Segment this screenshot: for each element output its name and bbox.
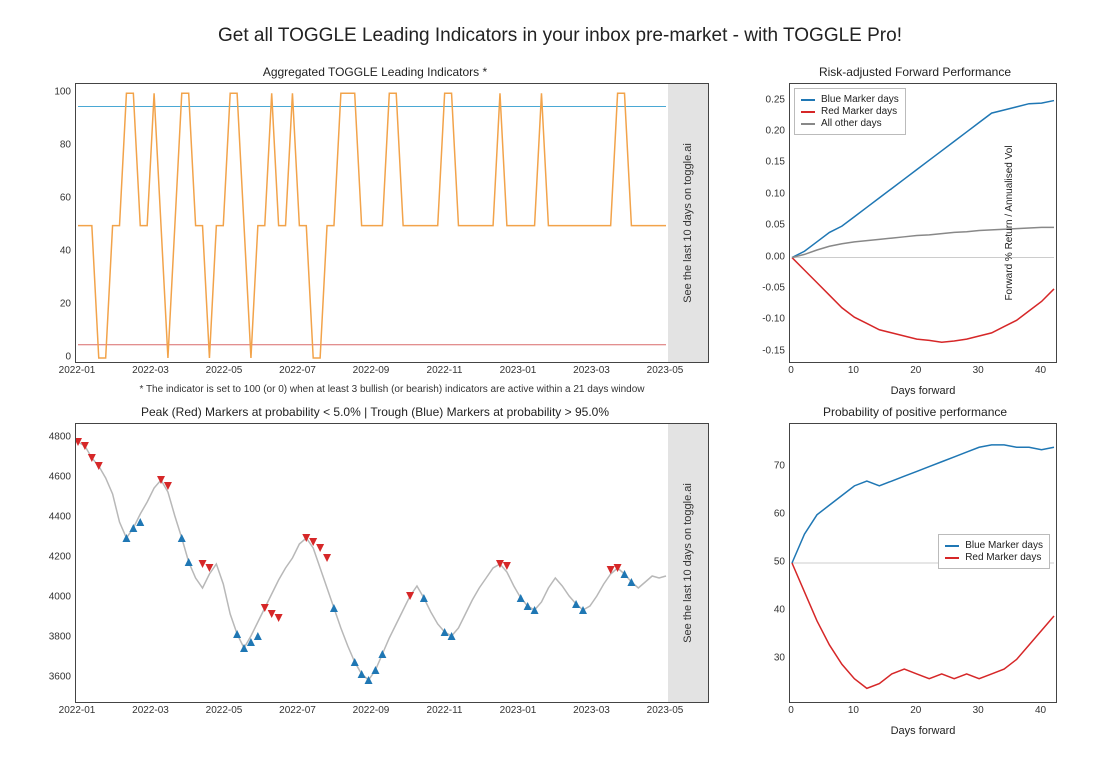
legend-risk: Blue Marker days Red Marker days All oth… bbox=[794, 88, 906, 135]
grey-band-text-2: See the last 10 days on toggle.ai bbox=[682, 483, 694, 643]
legend-prob: Blue Marker days Red Marker days bbox=[938, 534, 1050, 569]
legend-blue: Blue Marker days bbox=[821, 94, 899, 105]
legend-blue-2: Blue Marker days bbox=[965, 540, 1043, 551]
grey-band-1[interactable]: See the last 10 days on toggle.ai bbox=[668, 84, 708, 362]
legend-red-2: Red Marker days bbox=[965, 552, 1041, 563]
page-title: Get all TOGGLE Leading Indicators in you… bbox=[20, 25, 1100, 47]
grey-band-text: See the last 10 days on toggle.ai bbox=[682, 143, 694, 303]
y-ticks-markers: 3600380040004200440046004800 bbox=[37, 423, 71, 703]
panel-aggregated: Aggregated TOGGLE Leading Indicators * S… bbox=[35, 65, 715, 385]
plot-markers bbox=[76, 424, 708, 702]
chart-title-aggregated: Aggregated TOGGLE Leading Indicators * bbox=[35, 65, 715, 79]
chart-grid: Aggregated TOGGLE Leading Indicators * S… bbox=[20, 65, 1100, 725]
x-ticks-markers: 2022-012022-032022-052022-072022-092022-… bbox=[75, 705, 709, 721]
chart-title-prob: Probability of positive performance bbox=[745, 405, 1085, 419]
panel-risk-adjusted: Risk-adjusted Forward Performance Blue M… bbox=[745, 65, 1085, 385]
footnote-aggregated: * The indicator is set to 100 (or 0) whe… bbox=[75, 384, 709, 395]
plot-aggregated bbox=[76, 84, 708, 362]
grey-band-2[interactable]: See the last 10 days on toggle.ai bbox=[668, 424, 708, 702]
ylabel-risk: Forward % Return / Annualised Vol bbox=[1004, 145, 1015, 300]
legend-red: Red Marker days bbox=[821, 106, 897, 117]
chart-title-risk: Risk-adjusted Forward Performance bbox=[745, 65, 1085, 79]
x-ticks-prob: 010203040 bbox=[789, 705, 1057, 721]
panel-probability: Probability of positive performance Blue… bbox=[745, 405, 1085, 725]
chart-title-markers: Peak (Red) Markers at probability < 5.0%… bbox=[35, 405, 715, 419]
xlabel-risk: Days forward bbox=[789, 385, 1057, 397]
y-ticks-risk: -0.15-0.10-0.050.000.050.100.150.200.25 bbox=[751, 83, 785, 363]
y-ticks-prob: 3040506070 bbox=[751, 423, 785, 703]
x-ticks-aggregated: 2022-012022-032022-052022-072022-092022-… bbox=[75, 365, 709, 381]
x-ticks-risk: 010203040 bbox=[789, 365, 1057, 381]
legend-other: All other days bbox=[821, 118, 882, 129]
xlabel-prob: Days forward bbox=[789, 725, 1057, 737]
y-ticks-aggregated: 020406080100 bbox=[37, 83, 71, 363]
panel-markers: Peak (Red) Markers at probability < 5.0%… bbox=[35, 405, 715, 725]
